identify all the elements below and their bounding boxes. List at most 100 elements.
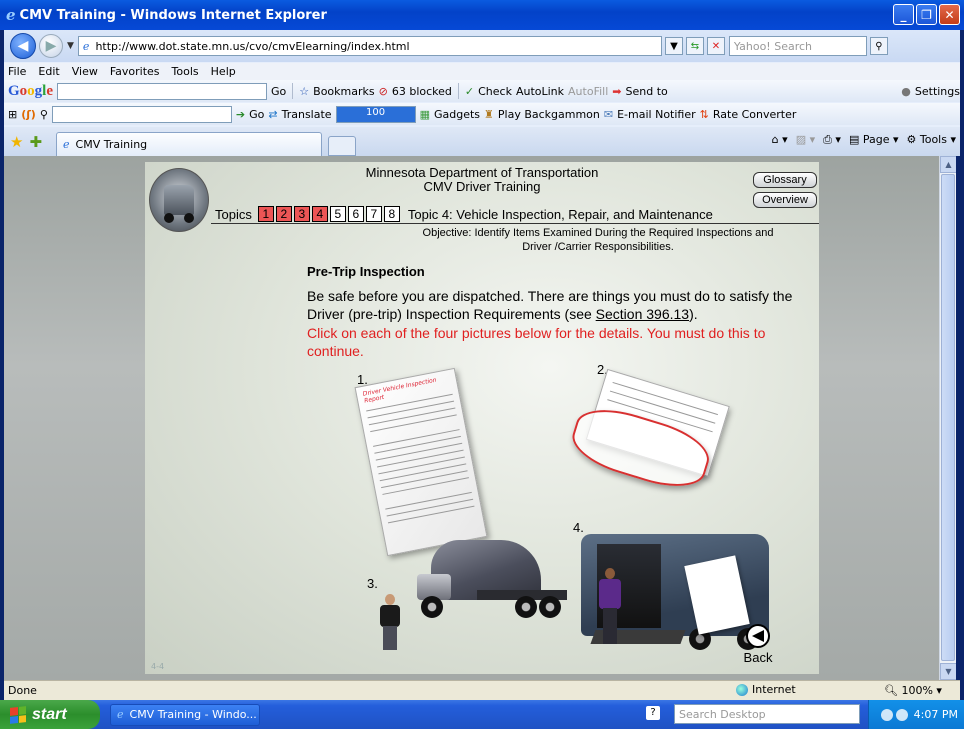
ask-logo-icon[interactable]: (ʃ)	[21, 108, 36, 121]
picture-2-signed-report[interactable]	[562, 365, 735, 512]
back-nav-icon[interactable]: ◀	[10, 33, 36, 59]
picture-1-inspection-report[interactable]: Driver Vehicle Inspection Report	[354, 367, 488, 557]
gadgets-button[interactable]: Gadgets	[434, 108, 480, 121]
google-toolbar: Google Go ☆ Bookmarks ⊘ 63 blocked ✓ Che…	[4, 80, 960, 102]
status-text: Done	[8, 684, 37, 697]
maximize-button[interactable]: ❐	[916, 4, 937, 25]
bookmarks-button[interactable]: Bookmarks	[313, 85, 374, 98]
windows-logo-icon	[10, 705, 26, 724]
toolbar-search-input[interactable]	[51, 105, 232, 123]
minimize-button[interactable]: _	[893, 4, 914, 25]
send-to-button[interactable]: Send to	[626, 85, 668, 98]
autolink-button[interactable]: AutoLink	[516, 85, 564, 98]
topic-6-button[interactable]: 6	[347, 206, 364, 222]
picture-3-truck[interactable]	[407, 540, 567, 628]
course-name: CMV Driver Training	[423, 179, 541, 194]
section-title: Pre-Trip Inspection	[307, 264, 425, 279]
autofill-button[interactable]: AutoFill	[568, 85, 608, 98]
start-button[interactable]: start	[0, 700, 100, 729]
send-to-icon: ➡	[612, 84, 622, 98]
refresh-icon[interactable]: ⇆	[685, 37, 704, 55]
topic-7-button[interactable]: 7	[365, 206, 382, 222]
menu-help[interactable]: Help	[211, 65, 236, 78]
backgammon-icon: ♜	[484, 107, 494, 121]
url-text: http://www.dot.state.mn.us/cvo/cmvElearn…	[95, 39, 410, 53]
backgammon-button[interactable]: Play Backgammon	[498, 108, 600, 121]
menu-file[interactable]: File	[8, 65, 26, 78]
scroll-down-icon[interactable]: ▼	[940, 663, 956, 680]
add-favorites-icon[interactable]: ✚	[29, 133, 42, 151]
org-name: Minnesota Department of Transportation	[365, 165, 599, 180]
toolbar-menu-icon[interactable]: ⊞	[8, 108, 17, 121]
menu-favorites[interactable]: Favorites	[110, 65, 160, 78]
search-dropdown-icon[interactable]: ⚲	[40, 108, 48, 121]
van-driver	[597, 568, 623, 644]
print-icon[interactable]: ⎙ ▾	[823, 133, 841, 147]
address-dropdown-icon[interactable]: ▼	[664, 37, 683, 55]
google-logo-icon: Google	[8, 82, 54, 99]
menu-edit[interactable]: Edit	[38, 65, 59, 78]
tray-icons[interactable]	[880, 708, 908, 721]
zone-label: Internet	[752, 683, 796, 696]
picture-3-driver[interactable]	[377, 594, 403, 650]
address-row: ◀ ▶ ▼ e http://www.dot.state.mn.us/cvo/c…	[4, 30, 960, 62]
email-notifier-button[interactable]: E-mail Notifier	[617, 108, 696, 121]
glossary-button[interactable]: Glossary	[753, 172, 817, 188]
section-396-13-link[interactable]: Section 396.13	[596, 306, 689, 322]
close-button[interactable]: ✕	[939, 4, 960, 25]
check-button[interactable]: Check	[478, 85, 512, 98]
overview-button[interactable]: Overview	[753, 192, 817, 208]
zoom-slider[interactable]: 100	[335, 105, 416, 123]
page-viewport: Minnesota Department of Transportation C…	[4, 156, 956, 680]
yahoo-search-input[interactable]: Yahoo! Search	[728, 36, 867, 56]
feeds-icon[interactable]: ▨ ▾	[796, 133, 815, 147]
instruction-text: Click on each of the four pictures below…	[307, 325, 766, 359]
topic-1-button[interactable]: 1	[257, 206, 274, 222]
forward-nav-icon[interactable]: ▶	[39, 34, 63, 58]
vertical-scrollbar[interactable]: ▲ ▼	[939, 156, 956, 680]
favorites-star-icon[interactable]: ★	[10, 133, 23, 151]
address-field[interactable]: e http://www.dot.state.mn.us/cvo/cmvElea…	[77, 36, 662, 56]
tools-menu-button[interactable]: ⚙ Tools ▾	[907, 133, 957, 147]
clock: 4:07 PM	[913, 708, 958, 721]
header-divider	[211, 223, 819, 224]
settings-button[interactable]: Settings	[915, 85, 960, 98]
google-go-button[interactable]: Go	[271, 85, 286, 98]
menu-view[interactable]: View	[72, 65, 98, 78]
zoom-icon: 🔍︎	[884, 684, 898, 697]
topic-2-button[interactable]: 2	[275, 206, 292, 222]
scrollbar-thumb[interactable]	[941, 174, 955, 661]
gadgets-icon: ▦	[419, 107, 430, 121]
back-button[interactable]: Back	[741, 624, 775, 670]
objective-line-2: Driver /Carrier Responsibilities.	[522, 241, 674, 253]
google-search-input[interactable]	[57, 82, 268, 100]
window-controls: _ ❐ ✕	[893, 4, 960, 25]
history-dropdown-icon[interactable]: ▼	[67, 41, 74, 51]
van-driver-legs	[603, 608, 617, 644]
topic-8-button[interactable]: 8	[383, 206, 400, 222]
topics-nav: Topics 1 2 3 4 5 6 7 8 Topic 4: Vehicle …	[215, 206, 713, 222]
rate-converter-button[interactable]: Rate Converter	[713, 108, 797, 121]
home-icon[interactable]: ⌂ ▾	[772, 133, 788, 147]
doc-line	[387, 505, 475, 524]
bookmarks-star-icon: ☆	[299, 84, 310, 98]
scroll-up-icon[interactable]: ▲	[940, 156, 956, 173]
tab-cmv-training[interactable]: e CMV Training	[56, 132, 323, 156]
zoom-control[interactable]: 🔍︎ 100% ▾	[884, 684, 942, 697]
menu-tools[interactable]: Tools	[172, 65, 199, 78]
browser-chrome: ◀ ▶ ▼ e http://www.dot.state.mn.us/cvo/c…	[4, 30, 960, 156]
stop-icon[interactable]: ✕	[706, 37, 725, 55]
translate-button[interactable]: Translate	[282, 108, 332, 121]
tab-row: ★ ✚ e CMV Training ⌂ ▾ ▨ ▾ ⎙ ▾ ▤ Page ▾ …	[4, 127, 960, 156]
toolbar2-go-button[interactable]: Go	[249, 108, 264, 121]
new-tab-button[interactable]	[328, 136, 357, 156]
topic-4-button[interactable]: 4	[311, 206, 328, 222]
search-icon[interactable]: ⚲	[869, 37, 888, 55]
page-menu-button[interactable]: ▤ Page ▾	[849, 133, 899, 147]
desktop-search-input[interactable]: Search Desktop	[674, 704, 860, 724]
topic-3-button[interactable]: 3	[293, 206, 310, 222]
topic-5-button[interactable]: 5	[329, 206, 346, 222]
popup-blocked-count[interactable]: 63 blocked	[392, 85, 452, 98]
taskbar-item-ie[interactable]: e CMV Training - Windo...	[110, 703, 260, 726]
help-icon[interactable]: ?	[646, 706, 660, 720]
